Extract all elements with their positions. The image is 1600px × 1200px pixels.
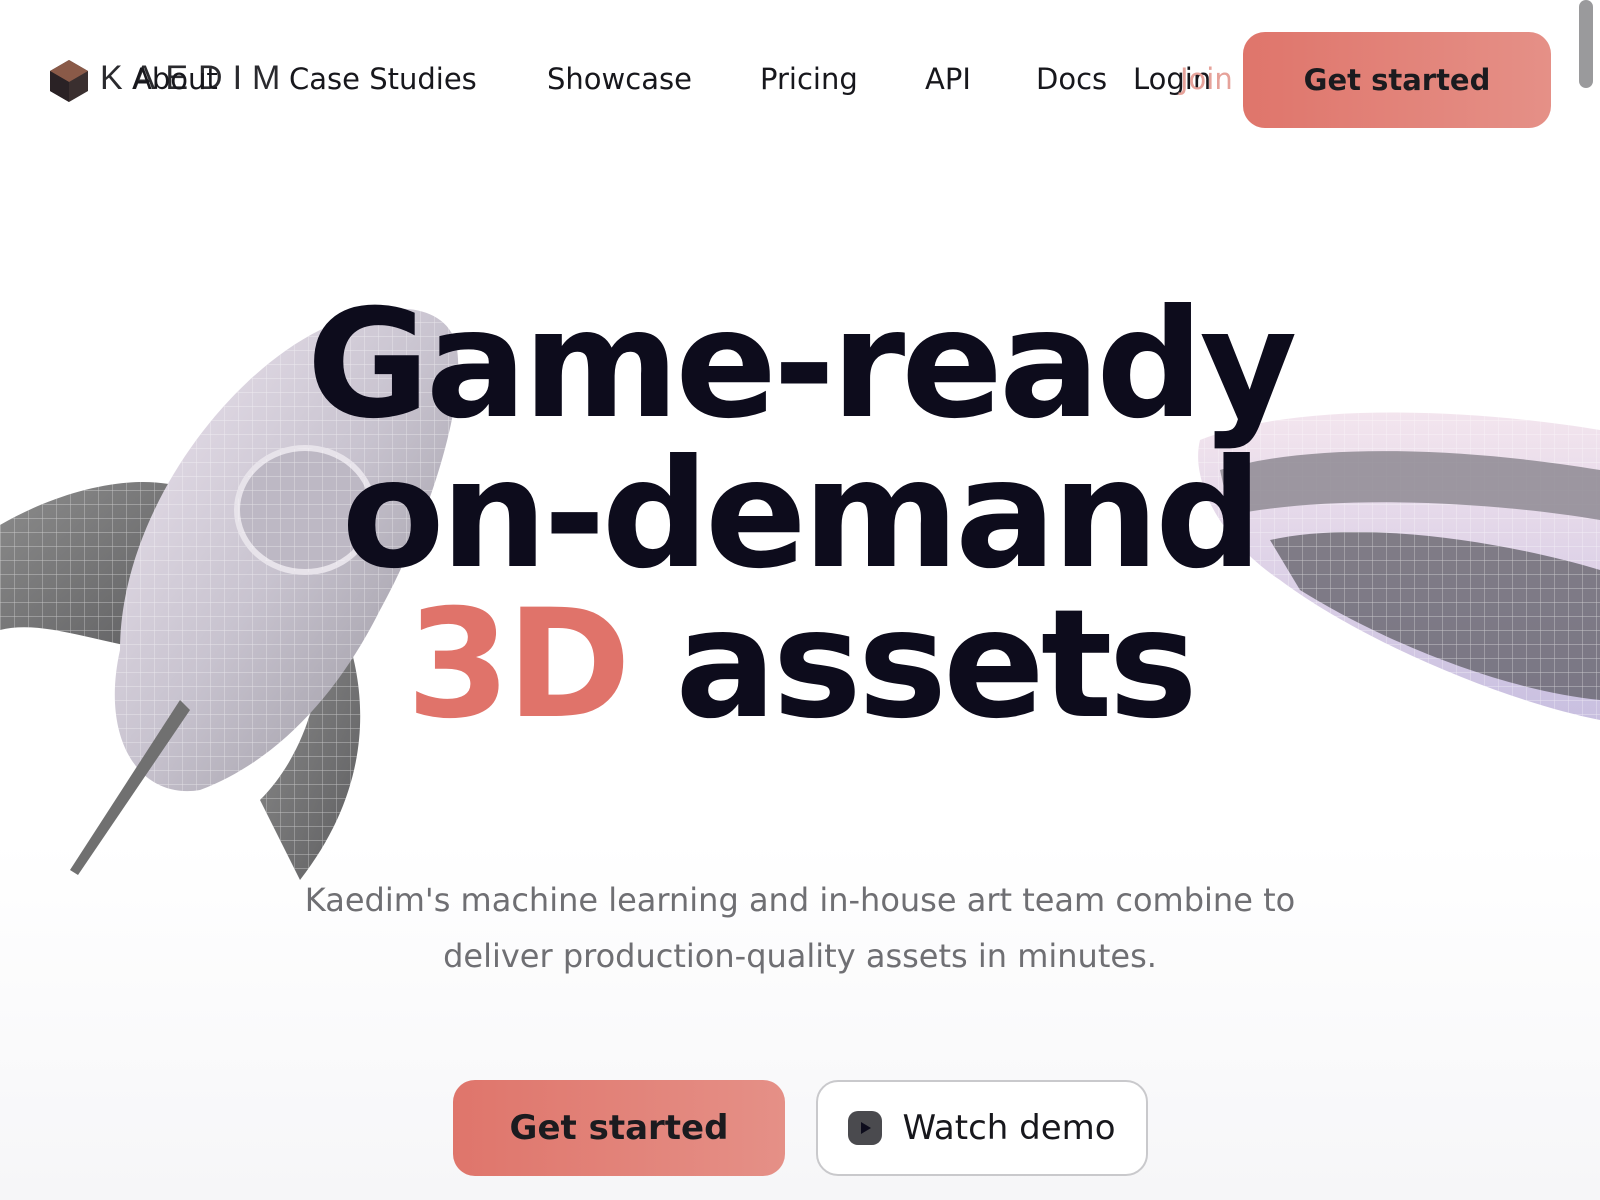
- watch-demo-button[interactable]: Watch demo: [816, 1080, 1148, 1176]
- kaedim-logo-icon: [50, 60, 88, 102]
- nav-case-studies-link[interactable]: Case Studies: [289, 59, 477, 99]
- top-navigation: KAEDIM About Case Studies Showcase Prici…: [0, 0, 1600, 160]
- headline-line-1: Game-ready: [306, 278, 1298, 452]
- nav-get-started-button[interactable]: Get started: [1243, 32, 1551, 128]
- watch-demo-label: Watch demo: [902, 1108, 1116, 1148]
- play-icon: [848, 1111, 883, 1145]
- hero-subtitle: Kaedim's machine learning and in-house a…: [304, 881, 1296, 975]
- nav-pricing-link[interactable]: Pricing: [760, 59, 858, 99]
- headline-line-3: 3D assets: [0, 590, 1600, 740]
- nav-showcase-link[interactable]: Showcase: [547, 59, 692, 99]
- headline-line-2: on-demand: [341, 428, 1263, 602]
- headline-accent: 3D: [406, 578, 631, 752]
- hero-headline: Game-ready on-demand 3D assets: [0, 290, 1600, 740]
- nav-docs-link[interactable]: Docs: [1036, 59, 1107, 99]
- scrollbar-thumb[interactable]: [1579, 0, 1593, 88]
- nav-about-link[interactable]: About: [132, 59, 218, 99]
- nav-api-link[interactable]: API: [925, 59, 971, 99]
- hero-get-started-button[interactable]: Get started: [453, 1080, 785, 1176]
- headline-rest: assets: [675, 578, 1198, 752]
- brand-logo[interactable]: KAEDIM: [48, 58, 280, 104]
